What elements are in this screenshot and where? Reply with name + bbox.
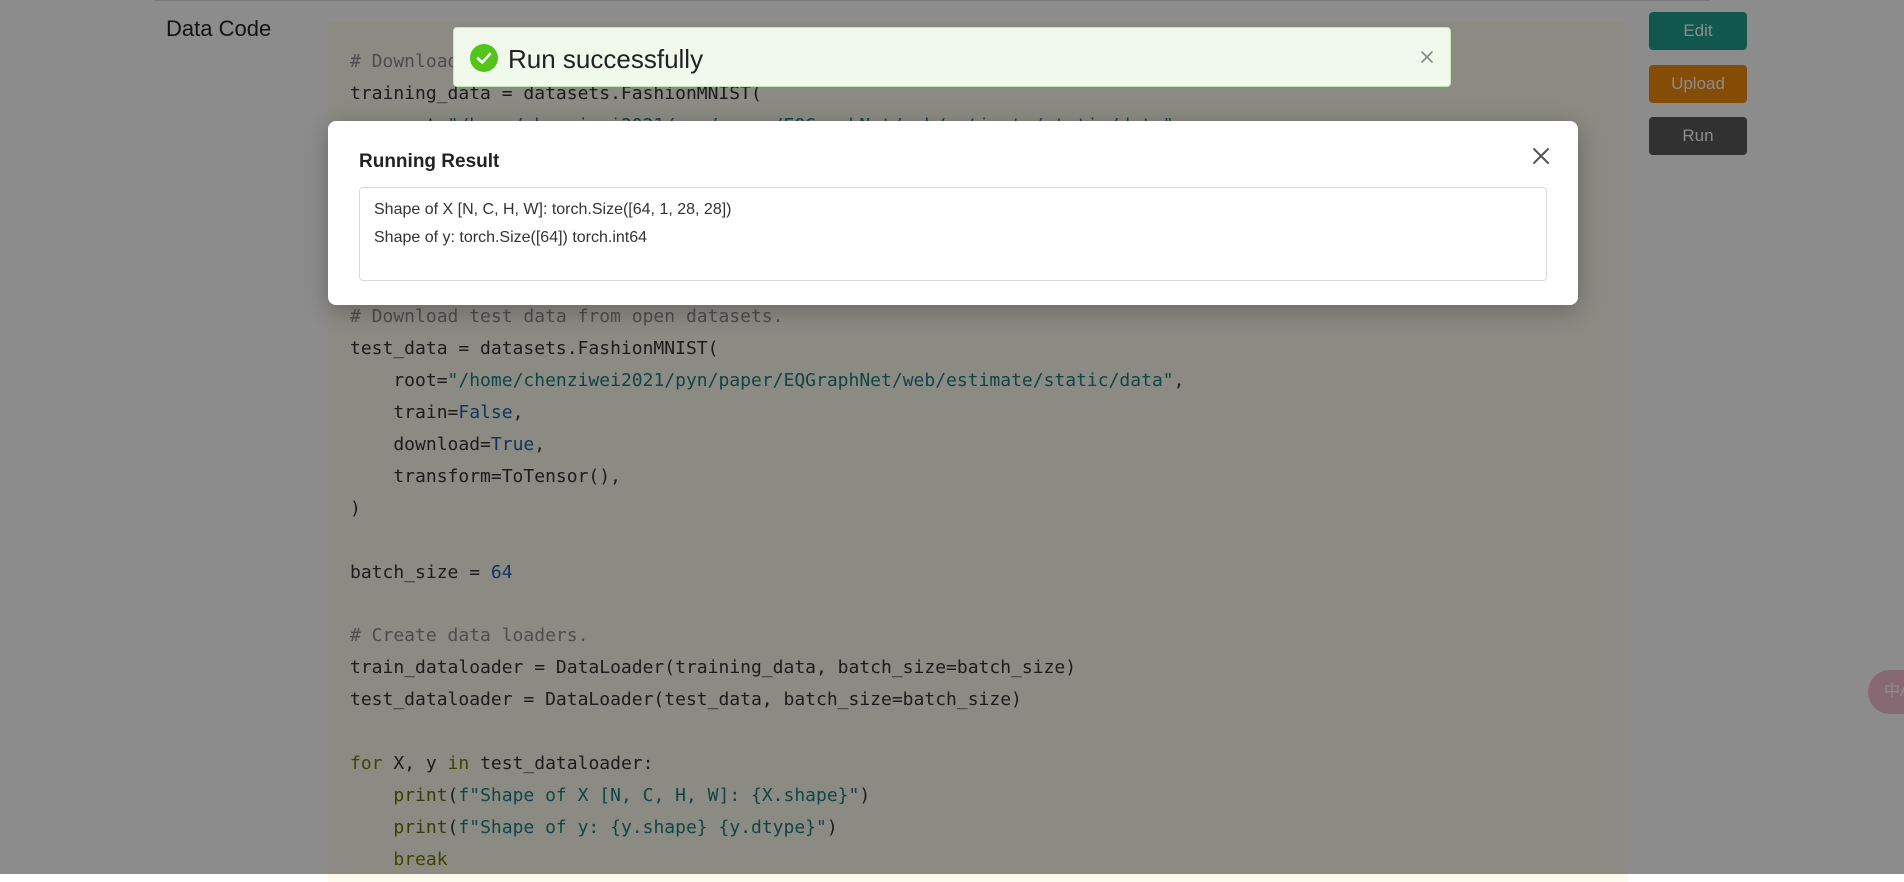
toast-message: Run successfully	[508, 44, 704, 74]
close-icon-graphic	[1533, 148, 1549, 164]
result-output[interactable]: Shape of X [N, C, H, W]: torch.Size([64,…	[359, 187, 1547, 281]
close-icon[interactable]	[1526, 141, 1556, 171]
running-result-modal: Running Result Shape of X [N, C, H, W]: …	[328, 121, 1578, 305]
check-circle-icon	[470, 44, 498, 72]
toast-close-icon[interactable]	[1418, 48, 1436, 66]
success-toast: Run successfully	[453, 27, 1451, 87]
modal-title: Running Result	[359, 151, 500, 172]
